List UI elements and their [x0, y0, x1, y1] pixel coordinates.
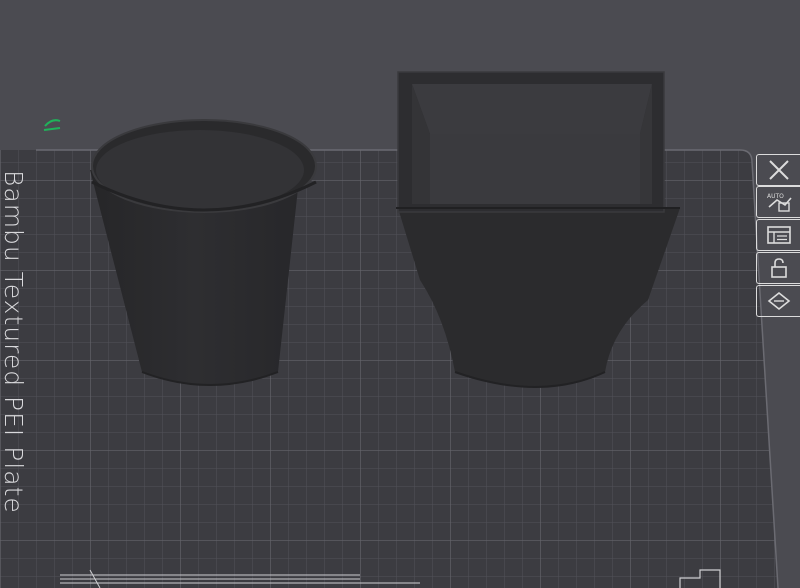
svg-text:AUTO: AUTO — [767, 193, 784, 200]
plate-settings-button[interactable] — [756, 219, 800, 251]
3d-viewport[interactable] — [0, 0, 800, 588]
close-icon — [768, 160, 789, 180]
lock-icon — [770, 258, 787, 278]
lock-plate-button[interactable] — [756, 252, 800, 284]
auto-arrange-button[interactable]: AUTO — [756, 186, 800, 218]
close-plate-button[interactable] — [756, 154, 800, 186]
auto-arrange-icon: AUTO — [767, 193, 792, 212]
plate-settings-icon — [766, 226, 791, 244]
orient-icon — [767, 291, 790, 311]
orient-plate-button[interactable] — [756, 285, 800, 317]
pencil-icon[interactable] — [43, 119, 61, 131]
